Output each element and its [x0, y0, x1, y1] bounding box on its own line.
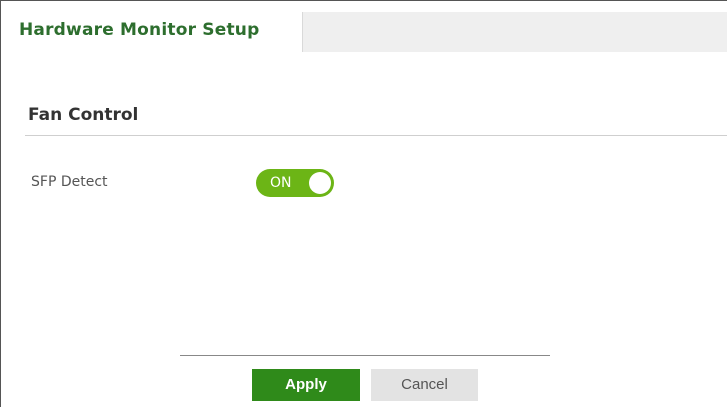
tab-label: Hardware Monitor Setup	[19, 20, 260, 40]
section-title: Fan Control	[28, 105, 139, 125]
toggle-state-label: ON	[270, 175, 292, 191]
toggle-knob	[309, 172, 331, 194]
cancel-button[interactable]: Cancel	[371, 369, 478, 401]
section-divider	[25, 135, 727, 136]
window-frame	[0, 0, 727, 407]
footer-divider	[180, 355, 550, 356]
sfp-detect-label: SFP Detect	[31, 174, 108, 190]
apply-button[interactable]: Apply	[252, 369, 360, 401]
sfp-detect-toggle[interactable]: ON	[256, 169, 334, 197]
